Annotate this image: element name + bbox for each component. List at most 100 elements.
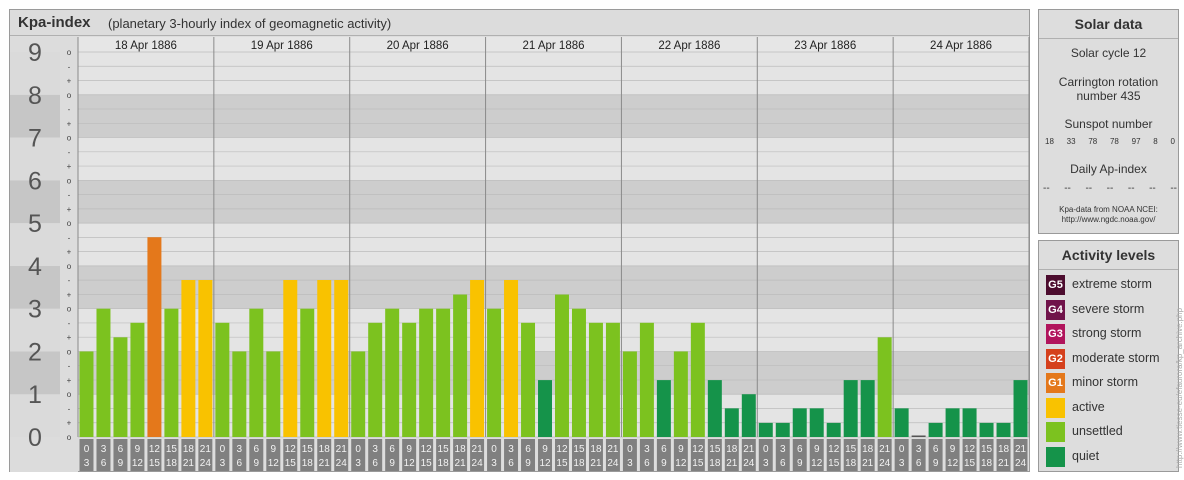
hour-end-label: 9 — [933, 458, 939, 469]
hour-start-label: 21 — [472, 444, 484, 455]
kp-bar — [707, 380, 722, 437]
y-minor-tick-label: + — [67, 77, 72, 86]
kp-bar — [538, 380, 552, 437]
hour-end-label: 15 — [421, 458, 433, 469]
solar-cycle-text: Solar cycle 12 — [1070, 46, 1147, 60]
legend-swatch: G4 — [1046, 299, 1065, 320]
hour-end-label: 6 — [372, 458, 378, 469]
hour-start-label: 21 — [1015, 444, 1027, 455]
hour-start-label: 12 — [149, 444, 161, 455]
hour-start-label: 9 — [814, 444, 820, 455]
hour-end-label: 9 — [118, 458, 124, 469]
hour-end-label: 24 — [879, 458, 891, 469]
ap-index-label: Daily Ap-index — [1070, 162, 1147, 176]
hour-end-label: 3 — [763, 458, 769, 469]
kp-bar — [351, 351, 366, 437]
hour-end-label: 12 — [947, 458, 959, 469]
y-minor-tick-label: o — [67, 347, 72, 356]
hour-end-label: 6 — [780, 458, 786, 469]
kp-bar — [402, 322, 417, 437]
solar-data-panel: Solar data Solar cycle 12 Carrington rot… — [1038, 9, 1179, 234]
kp-bar — [996, 422, 1011, 437]
legend-label: severe storm — [1072, 301, 1145, 316]
ap-value: -- — [1149, 183, 1156, 194]
hour-end-label: 6 — [644, 458, 650, 469]
hour-end-label: 21 — [183, 458, 195, 469]
kp-bar — [860, 380, 875, 437]
kpa-bar-chart: 0123456789o+-o+-o+-o+-o+-o+-o+-o+-o+-o18… — [10, 37, 1030, 472]
kp-bar — [1013, 380, 1028, 437]
kp-bar — [928, 422, 943, 437]
hour-end-label: 9 — [389, 458, 395, 469]
y-tick-label: 6 — [28, 167, 42, 195]
hour-end-label: 3 — [220, 458, 226, 469]
hour-start-label: 0 — [627, 444, 633, 455]
hour-end-label: 3 — [899, 458, 905, 469]
kp-band — [78, 52, 1029, 95]
y-tick-label: 2 — [28, 338, 42, 366]
kp-bar — [130, 322, 145, 437]
y-tick-label: 8 — [28, 82, 42, 110]
hour-end-label: 21 — [455, 458, 467, 469]
hour-end-label: 6 — [101, 458, 107, 469]
legend-item: G2 moderate storm — [1046, 348, 1176, 369]
kp-band — [78, 180, 1029, 224]
sunspot-label: Sunspot number — [1064, 117, 1153, 131]
kp-bar — [521, 322, 536, 437]
legend-item: G5 extreme storm — [1046, 275, 1176, 295]
y-minor-tick-label: + — [67, 119, 72, 128]
y-minor-tick-label: o — [67, 433, 72, 442]
hour-end-label: 3 — [491, 458, 497, 469]
legend-swatch: G5 — [1046, 275, 1065, 295]
kp-bar — [639, 322, 654, 437]
y-minor-tick-label: + — [67, 290, 72, 299]
y-minor-tick-label: o — [67, 91, 72, 100]
hour-end-label: 6 — [916, 458, 922, 469]
hour-end-label: 3 — [627, 458, 633, 469]
legend-label: active — [1072, 399, 1105, 414]
hour-start-label: 6 — [933, 444, 939, 455]
y-minor-tick-label: - — [68, 362, 71, 371]
y-minor-tick-label: o — [67, 134, 72, 143]
hour-start-label: 0 — [355, 444, 361, 455]
activity-levels-heading: Activity levels — [1039, 241, 1178, 270]
hour-start-label: 0 — [491, 444, 497, 455]
legend-item: active — [1046, 397, 1176, 418]
kp-bar — [215, 322, 230, 437]
y-minor-tick-label: - — [68, 233, 71, 242]
y-minor-tick-label: + — [67, 376, 72, 385]
kp-bar — [385, 308, 400, 437]
hour-start-label: 12 — [692, 444, 704, 455]
hour-start-label: 6 — [797, 444, 803, 455]
y-minor-tick-label: - — [68, 105, 71, 114]
y-minor-tick-label: + — [67, 419, 72, 428]
kp-bar — [775, 422, 790, 437]
hour-start-label: 15 — [302, 444, 314, 455]
kp-bar — [470, 280, 485, 437]
hour-start-label: 21 — [879, 444, 891, 455]
carrington-rotation-line2: number 435 — [1076, 89, 1141, 103]
hour-end-label: 9 — [254, 458, 260, 469]
kp-bar — [113, 337, 128, 437]
hour-start-label: 9 — [271, 444, 277, 455]
hour-end-label: 18 — [845, 458, 857, 469]
ap-value: -- — [1106, 183, 1114, 194]
hour-start-label: 15 — [709, 444, 721, 455]
hour-start-label: 15 — [438, 444, 450, 455]
ap-values-row: -- -- -- -- -- -- -- — [1043, 183, 1177, 194]
hour-end-label: 15 — [692, 458, 704, 469]
hour-start-label: 18 — [183, 444, 195, 455]
hour-start-label: 18 — [319, 444, 331, 455]
sunspot-value: 78 — [1109, 137, 1119, 146]
hour-end-label: 24 — [472, 458, 484, 469]
y-minor-tick-label: + — [67, 248, 72, 257]
hour-start-label: 9 — [406, 444, 412, 455]
day-label: 21 Apr 1886 — [522, 40, 584, 52]
sunspot-values-row: 18 33 78 78 97 8 0 — [1045, 137, 1175, 146]
hour-end-label: 24 — [1015, 458, 1027, 469]
hour-start-label: 0 — [220, 444, 226, 455]
kp-bar — [555, 294, 569, 437]
hour-end-label: 21 — [319, 458, 331, 469]
data-source-link[interactable]: http://www.ngdc.noaa.gov/ — [1039, 215, 1178, 224]
hour-start-label: 0 — [899, 444, 905, 455]
